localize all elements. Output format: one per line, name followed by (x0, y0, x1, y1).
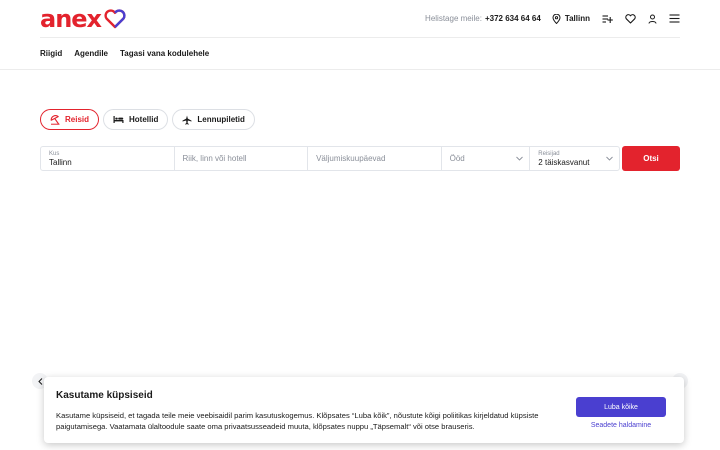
search-button[interactable]: Otsi (622, 146, 680, 171)
beach-umbrella-icon (50, 114, 60, 125)
heart-logo-icon (104, 8, 126, 28)
chevron-down-icon (516, 156, 524, 161)
travellers-select[interactable]: Reisijad 2 täiskasvanut (530, 147, 619, 170)
nav-item-old-site[interactable]: Tagasi vana kodulehele (120, 49, 209, 58)
header-right: Helistage meile: +372 634 64 64 Tallinn (425, 13, 680, 24)
user-icon[interactable] (648, 14, 657, 24)
manage-settings-link[interactable]: Seadete haldamine (576, 422, 666, 429)
dates-input[interactable]: Väljumiskuupäevad (308, 147, 442, 170)
tab-hotels-label: Hotellid (129, 115, 159, 124)
logo-text: anex (40, 4, 102, 33)
plane-icon (182, 115, 192, 125)
heart-icon[interactable] (625, 13, 636, 24)
city-selector[interactable]: Tallinn (552, 13, 590, 24)
page: anex Helistage meile: +372 634 64 64 Tal… (0, 0, 720, 450)
nights-select[interactable]: Ööd (442, 147, 531, 170)
cookie-text: Kasutame küpsiseid, et tagada teile meie… (56, 411, 539, 431)
accept-all-button[interactable]: Luba kõike (576, 397, 666, 417)
tab-flights-label: Lennupiletid (197, 115, 245, 124)
location-pin-icon (552, 13, 561, 24)
tab-hotels[interactable]: Hotellid (103, 109, 169, 130)
phone-link[interactable]: +372 634 64 64 (485, 14, 541, 23)
chevron-down-icon (606, 156, 613, 161)
logo[interactable]: anex (40, 7, 126, 31)
nights-placeholder: Ööd (449, 153, 465, 163)
tab-flights[interactable]: Lennupiletid (172, 109, 255, 130)
search-form: Kus Tallinn Riik, linn või hotell Väljum… (40, 146, 620, 171)
travellers-label: Reisijad (538, 150, 560, 157)
dates-placeholder: Väljumiskuupäevad (316, 153, 386, 163)
travellers-value: 2 täiskasvanut (538, 157, 590, 167)
cookie-banner: Kasutame küpsiseid Kasutame küpsiseid, e… (44, 377, 684, 443)
main-nav: Riigid Agendile Tagasi vana kodulehele (40, 49, 209, 58)
destination-input[interactable]: Riik, linn või hotell (175, 147, 309, 170)
call-label: Helistage meile: (425, 14, 482, 23)
add-list-icon[interactable] (602, 14, 613, 24)
departure-label: Kus (49, 150, 60, 157)
city-label: Tallinn (564, 14, 590, 23)
cookie-title: Kasutame küpsiseid (56, 390, 153, 401)
tab-trips[interactable]: Reisid (40, 109, 100, 130)
search-tabs: Reisid Hotellid Lennupiletid (40, 109, 255, 130)
menu-icon[interactable] (669, 14, 680, 23)
tab-trips-label: Reisid (65, 115, 90, 124)
nav-divider (0, 69, 720, 70)
bed-icon (113, 116, 124, 123)
chevron-left-icon (37, 377, 42, 385)
header: anex Helistage meile: +372 634 64 64 Tal… (40, 0, 680, 38)
nav-item-agendile[interactable]: Agendile (74, 49, 108, 58)
departure-field[interactable]: Kus Tallinn (41, 147, 175, 170)
departure-value: Tallinn (49, 157, 72, 167)
nav-item-riigid[interactable]: Riigid (40, 49, 62, 58)
destination-placeholder: Riik, linn või hotell (182, 153, 247, 163)
